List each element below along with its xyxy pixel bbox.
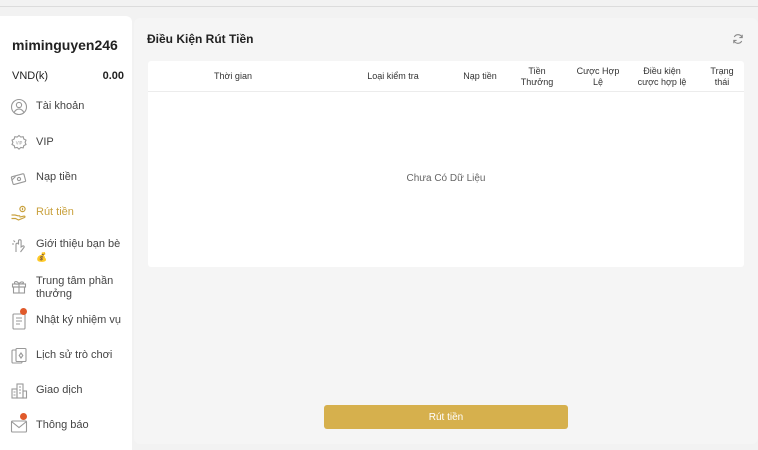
sidebar-item-rewards[interactable]: Trung tâm phần thưởng xyxy=(10,273,130,301)
withdraw-conditions-table: Thời gian Loại kiểm tra Nạp tiền Tiền Th… xyxy=(148,61,744,267)
task-log-icon xyxy=(10,308,28,330)
sidebar-item-game-history[interactable]: Lịch sử trò chơi xyxy=(10,347,130,365)
empty-state: Chưa Có Dữ Liệu xyxy=(406,173,486,184)
sidebar-item-transactions[interactable]: Giao dịch xyxy=(10,382,130,400)
username: miminguyen246 xyxy=(12,37,118,53)
withdraw-button[interactable]: Rút tiền xyxy=(324,405,568,429)
gift-icon xyxy=(10,277,28,295)
notification-dot xyxy=(20,413,27,420)
page-title: Điều Kiện Rút Tiền xyxy=(147,32,254,46)
sidebar-item-label: Nhật ký nhiệm vụ xyxy=(36,314,121,326)
sidebar-item-vip[interactable]: VIP VIP xyxy=(10,134,130,152)
withdraw-icon xyxy=(10,204,28,222)
sidebar-item-label: Lịch sử trò chơi xyxy=(36,349,113,361)
money-bag-icon: 💰 xyxy=(36,252,48,262)
sidebar-item-referral[interactable]: Giới thiệu bạn bè 💰 xyxy=(10,236,130,264)
sidebar-item-label: VIP xyxy=(36,136,54,148)
game-history-icon xyxy=(10,347,28,365)
mail-icon xyxy=(10,413,28,435)
user-icon xyxy=(10,98,28,116)
sidebar-item-task-log[interactable]: Nhật ký nhiệm vụ xyxy=(10,308,130,330)
column-header: Thời gian xyxy=(214,71,252,81)
sidebar-item-label: Nạp tiền xyxy=(36,171,77,183)
balance-amount: 0.00 xyxy=(102,70,124,82)
table-header: Thời gian Loại kiểm tra Nạp tiền Tiền Th… xyxy=(148,61,744,92)
balance-currency: VND(k) xyxy=(12,70,49,82)
account-sidebar: miminguyen246 VND(k) 0.00 Tài khoản VIP … xyxy=(0,16,132,450)
referral-icon xyxy=(10,236,28,254)
sidebar-item-label: Giao dịch xyxy=(36,384,83,396)
top-divider xyxy=(0,6,758,7)
sidebar-item-notifications[interactable]: Thông báo xyxy=(10,413,130,435)
column-header: Loại kiểm tra xyxy=(367,71,419,81)
referral-label: Giới thiệu bạn bè xyxy=(36,238,121,250)
sidebar-item-label: Rút tiền xyxy=(36,206,74,218)
column-header: Điều kiện cược hợp lệ xyxy=(637,65,687,87)
svg-text:VIP: VIP xyxy=(16,141,23,146)
sidebar-item-label: Thông báo xyxy=(36,419,89,431)
deposit-icon xyxy=(10,169,28,187)
vip-badge-icon: VIP xyxy=(10,134,28,152)
withdraw-conditions-panel: Điều Kiện Rút Tiền Thời gian Loại kiểm t… xyxy=(134,18,758,444)
balance-row: VND(k) 0.00 xyxy=(12,70,124,82)
refresh-icon[interactable] xyxy=(732,32,744,44)
sidebar-item-account[interactable]: Tài khoản xyxy=(10,98,130,116)
sidebar-item-label: Trung tâm phần thưởng xyxy=(36,275,114,300)
column-header: Tiền Thưởng xyxy=(520,65,554,87)
sidebar-item-withdraw[interactable]: Rút tiền xyxy=(10,204,130,222)
sidebar-item-label: Tài khoản xyxy=(36,100,85,112)
column-header: Cược Hợp Lệ xyxy=(576,65,620,87)
column-header: Trạng thái xyxy=(710,65,734,87)
sidebar-item-label: Giới thiệu bạn bè 💰 xyxy=(36,236,120,264)
sidebar-item-deposit[interactable]: Nạp tiền xyxy=(10,169,130,187)
notification-dot xyxy=(20,308,27,315)
column-header: Nạp tiền xyxy=(463,71,497,81)
transaction-icon xyxy=(10,382,28,400)
